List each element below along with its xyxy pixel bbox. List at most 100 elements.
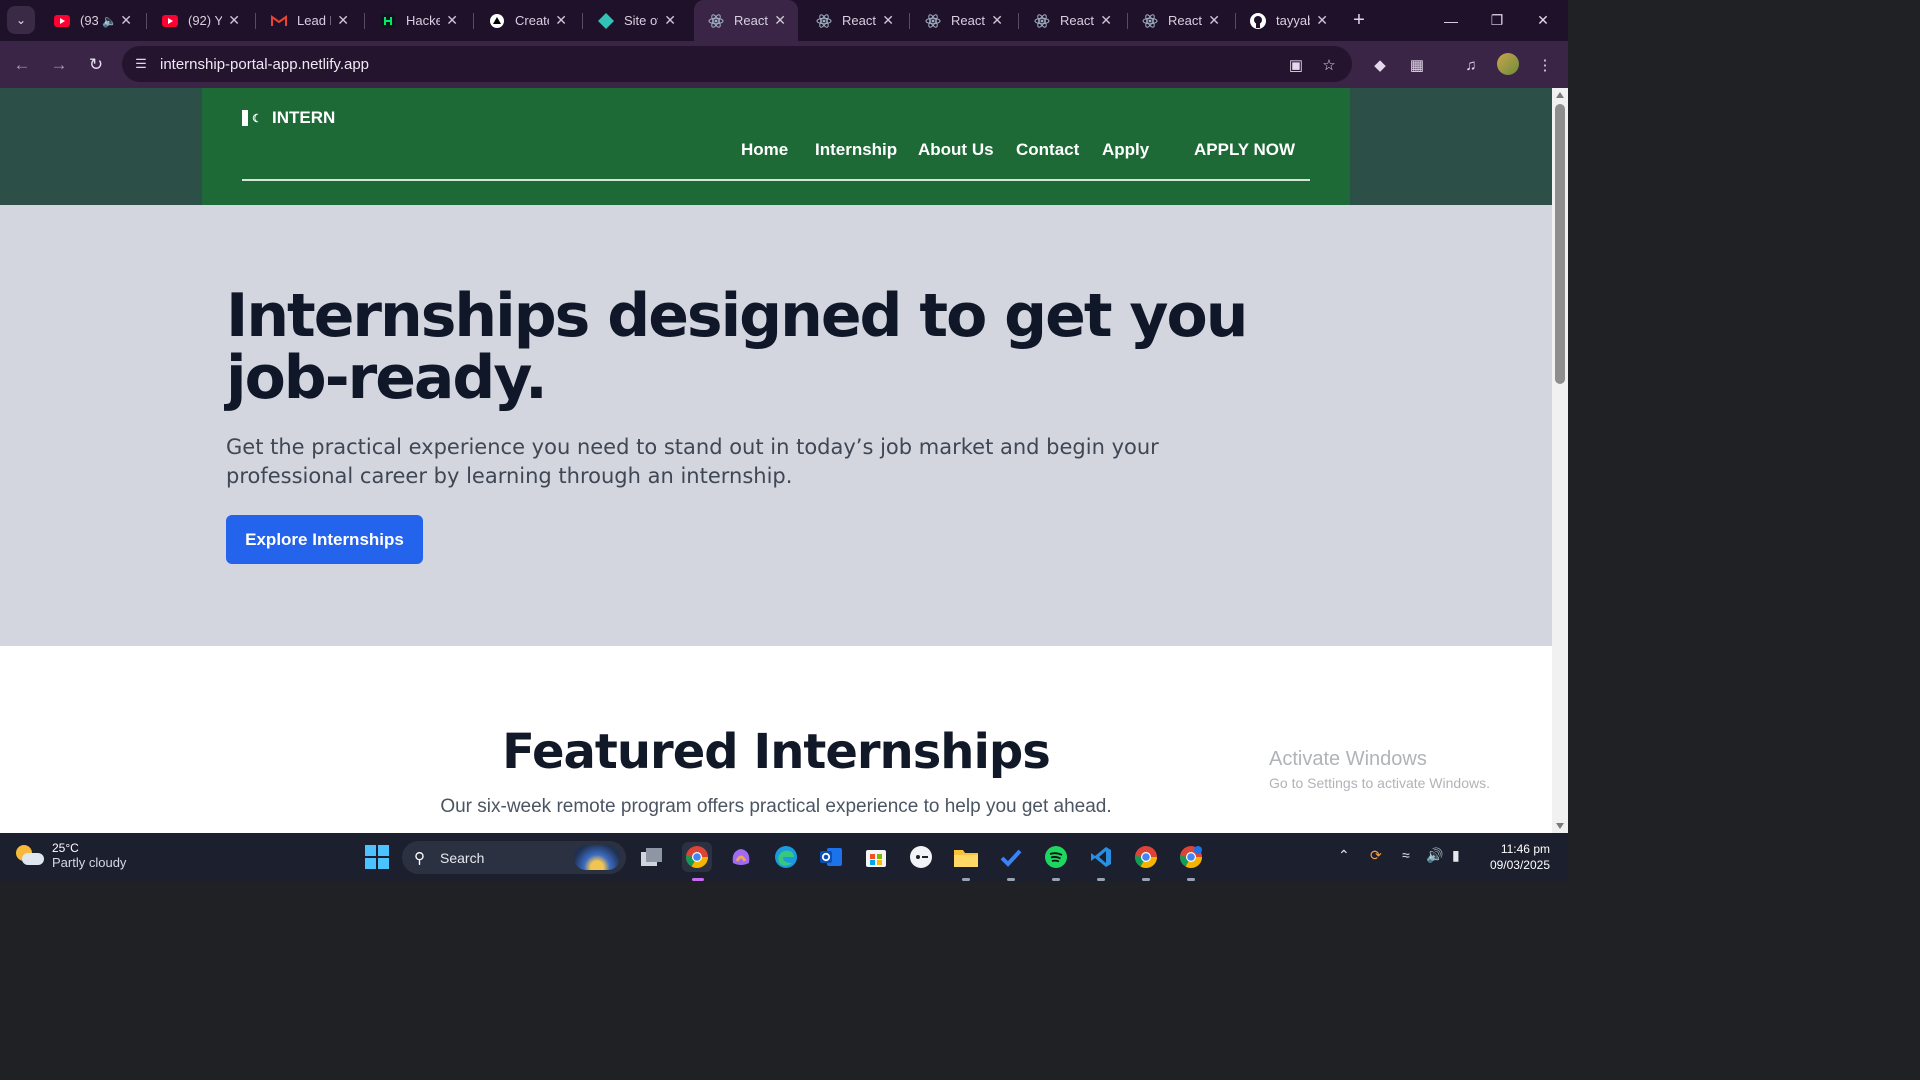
tab-react-5[interactable]: React / ✕ (1128, 0, 1232, 41)
tab-title: tayyab (1276, 13, 1310, 28)
tab-github[interactable]: tayyab ✕ (1236, 0, 1340, 41)
battery-icon[interactable]: ▮ (1452, 847, 1460, 864)
todo-icon[interactable] (996, 842, 1026, 872)
tab-vercel[interactable]: Create ✕ (475, 0, 579, 41)
system-clock[interactable]: 11:46 pm 09/03/2025 (1478, 841, 1550, 873)
close-tab-icon[interactable]: ✕ (120, 12, 132, 29)
browser-tab-strip: ⌄ (93 🔈 ✕ (92) Yo ✕ Lead P ✕ Hacker ✕ Cr… (0, 0, 1568, 41)
close-tab-icon[interactable]: ✕ (774, 12, 786, 29)
address-bar[interactable]: ☰ internship-portal-app.netlify.app ▣ ☆ (122, 46, 1352, 82)
edge-icon[interactable] (771, 842, 801, 872)
wifi-icon[interactable]: ≈ (1402, 847, 1410, 863)
windows-taskbar: 25°C Partly cloudy ⚲ Search ⌃ ⟳ ≈ 🔊 ▮ 11… (0, 833, 1568, 882)
bookmark-star-icon[interactable]: ☆ (1319, 55, 1339, 75)
media-control-icon[interactable]: ♫ (1459, 53, 1483, 77)
tab-react-4[interactable]: React / ✕ (1020, 0, 1124, 41)
close-tab-icon[interactable]: ✕ (664, 12, 676, 29)
profile-avatar[interactable] (1497, 53, 1519, 75)
tab-title: Create (515, 13, 549, 28)
nav-home[interactable]: Home (741, 140, 788, 160)
close-tab-icon[interactable]: ✕ (991, 12, 1003, 29)
chrome-profile-2-icon[interactable] (1176, 842, 1206, 872)
spotify-icon[interactable] (1041, 842, 1071, 872)
hackerrank-icon (380, 13, 396, 29)
tab-react-2[interactable]: React / ✕ (802, 0, 906, 41)
main-nav: Home Internship About Us Contact Apply (202, 140, 1350, 164)
tab-youtube-2[interactable]: (92) Yo ✕ (148, 0, 252, 41)
browser-toolbar: ← → ↻ ☰ internship-portal-app.netlify.ap… (0, 41, 1568, 88)
weather-widget[interactable]: 25°C Partly cloudy (16, 841, 126, 870)
outlook-icon[interactable] (816, 842, 846, 872)
copilot-icon[interactable] (726, 842, 756, 872)
react-icon (816, 13, 832, 29)
close-tab-icon[interactable]: ✕ (1316, 12, 1328, 29)
vercel-icon (489, 13, 505, 29)
hero-subtitle: Get the practical experience you need to… (226, 435, 1159, 488)
watermark-title: Activate Windows (1269, 748, 1427, 770)
file-explorer-icon[interactable] (951, 842, 981, 872)
tab-netlify[interactable]: Site ov ✕ (584, 0, 688, 41)
close-tab-icon[interactable]: ✕ (228, 12, 240, 29)
close-tab-icon[interactable]: ✕ (1100, 12, 1112, 29)
page-scrollbar[interactable] (1552, 88, 1568, 833)
site-info-icon[interactable]: ☰ (132, 55, 150, 73)
youtube-icon (54, 13, 70, 29)
close-tab-icon[interactable]: ✕ (882, 12, 894, 29)
browser-menu-icon[interactable]: ⋮ (1533, 53, 1557, 77)
scrollbar-thumb[interactable] (1555, 104, 1565, 384)
tab-youtube-1[interactable]: (93 🔈 ✕ (40, 0, 144, 41)
tab-title: React / (1060, 13, 1094, 28)
install-app-icon[interactable]: ▣ (1286, 55, 1306, 75)
search-highlight-image (574, 845, 620, 870)
explore-internships-button[interactable]: Explore Internships (226, 515, 423, 564)
url-text[interactable]: internship-portal-app.netlify.app (160, 56, 369, 73)
tab-hackerrank[interactable]: Hacker ✕ (366, 0, 470, 41)
tab-title: React / (734, 13, 768, 28)
extensions-puzzle-icon[interactable]: ▦ (1405, 53, 1429, 77)
close-tab-icon[interactable]: ✕ (446, 12, 458, 29)
tab-search-button[interactable]: ⌄ (7, 6, 35, 34)
new-tab-button[interactable]: + (1348, 8, 1370, 32)
taskbar-search[interactable]: ⚲ Search (402, 841, 626, 874)
tab-title: Hacker (406, 13, 440, 28)
search-label: Search (440, 850, 485, 866)
close-tab-icon[interactable]: ✕ (337, 12, 349, 29)
microsoft-store-icon[interactable] (861, 842, 891, 872)
speaker-icon[interactable]: 🔈 (102, 14, 117, 28)
site-logo[interactable]: ☾ INTERN (242, 108, 335, 128)
windows-start-icon[interactable] (362, 842, 392, 872)
media-app-icon[interactable] (906, 842, 936, 872)
react-icon (1034, 13, 1050, 29)
react-icon (708, 13, 724, 29)
pakistan-flag-icon: ☾ (242, 110, 266, 126)
chrome-profile-icon[interactable] (1131, 842, 1161, 872)
tab-title: React / (842, 13, 876, 28)
close-window-button[interactable]: ✕ (1520, 0, 1566, 41)
nav-apply[interactable]: Apply (1102, 140, 1149, 160)
hero-section: Internships designed to get you job-read… (0, 205, 1552, 646)
minimize-button[interactable]: — (1428, 0, 1474, 41)
extension-shield-icon[interactable]: ◆ (1368, 53, 1392, 77)
reload-button[interactable]: ↻ (82, 51, 110, 79)
close-tab-icon[interactable]: ✕ (1208, 12, 1220, 29)
tab-gmail[interactable]: Lead P ✕ (257, 0, 361, 41)
apply-now-button[interactable]: APPLY NOW (1194, 140, 1295, 160)
chrome-icon[interactable] (682, 842, 712, 872)
nav-contact[interactable]: Contact (1016, 140, 1079, 160)
vscode-icon[interactable] (1086, 842, 1116, 872)
volume-icon[interactable]: 🔊 (1426, 847, 1443, 864)
scroll-up-icon[interactable] (1556, 92, 1564, 98)
task-view-icon[interactable] (637, 842, 667, 872)
restore-button[interactable]: ❐ (1474, 0, 1520, 41)
show-hidden-icons[interactable]: ⌃ (1338, 847, 1350, 864)
forward-button[interactable]: → (45, 51, 73, 79)
nav-internship[interactable]: Internship (815, 140, 897, 160)
sync-icon[interactable]: ⟳ (1370, 847, 1382, 864)
scroll-down-icon[interactable] (1556, 823, 1564, 829)
back-button[interactable]: ← (8, 51, 36, 79)
tab-react-3[interactable]: React / ✕ (911, 0, 1015, 41)
tab-react-active[interactable]: React / ✕ (694, 0, 798, 41)
nav-about-us[interactable]: About Us (918, 140, 994, 160)
tab-title: (92) Yo (188, 13, 222, 28)
close-tab-icon[interactable]: ✕ (555, 12, 567, 29)
